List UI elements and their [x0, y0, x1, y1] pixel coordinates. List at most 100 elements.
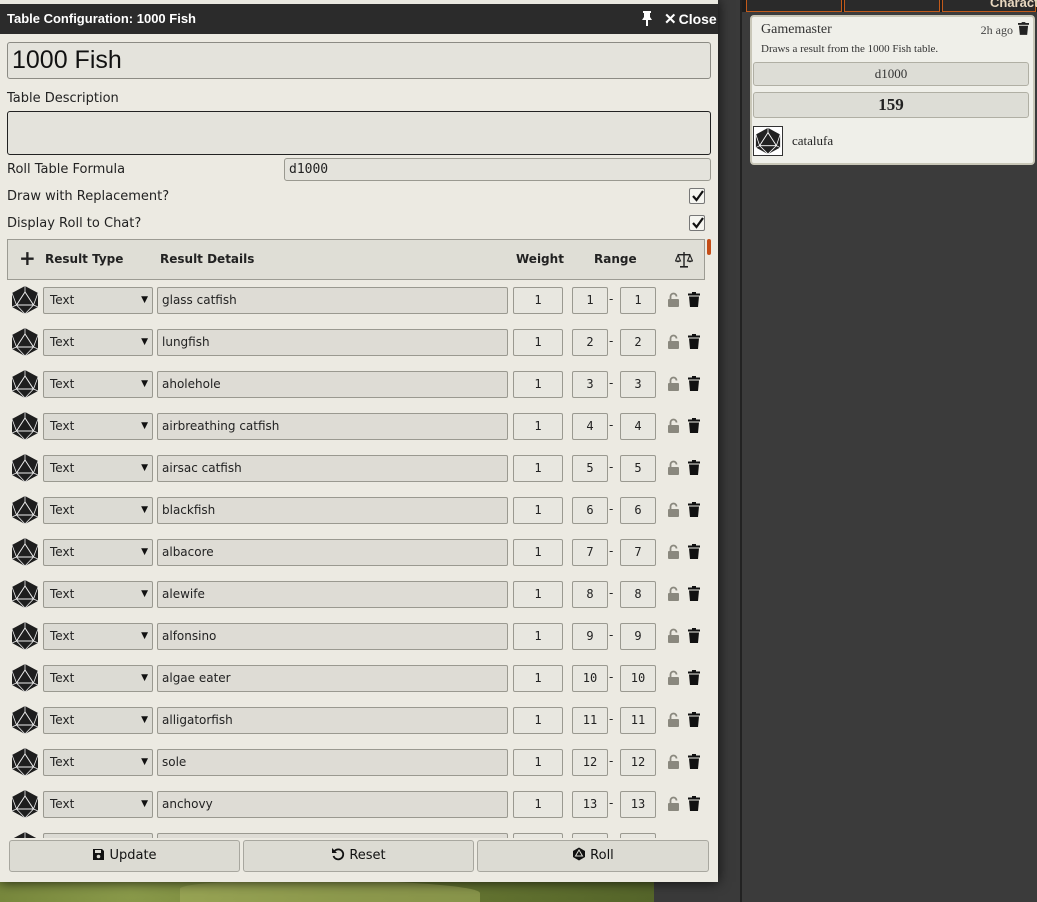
trash-icon[interactable]	[1018, 22, 1029, 35]
result-type-select[interactable]: Text ▼	[43, 749, 153, 776]
d20-icon[interactable]	[10, 453, 40, 483]
d20-icon[interactable]	[10, 789, 40, 819]
range-to-input[interactable]: 10	[620, 665, 656, 692]
result-detail-input[interactable]: glass catfish	[157, 287, 508, 314]
unlock-icon[interactable]	[667, 586, 680, 601]
trash-icon[interactable]	[688, 670, 700, 685]
weight-input[interactable]: 1	[513, 791, 563, 818]
add-result-button[interactable]: +	[19, 248, 36, 268]
result-detail-input[interactable]: blackfish	[157, 497, 508, 524]
range-to-input[interactable]: 7	[620, 539, 656, 566]
result-detail-input[interactable]: alewife	[157, 581, 508, 608]
d20-icon[interactable]	[10, 327, 40, 357]
range-to-input[interactable]: 12	[620, 749, 656, 776]
range-to-input[interactable]: 1	[620, 287, 656, 314]
range-to-input[interactable]: 13	[620, 791, 656, 818]
result-detail-input[interactable]: airbreathing catfish	[157, 413, 508, 440]
scrollbar-thumb[interactable]	[707, 239, 711, 255]
formula-input[interactable]: d1000	[284, 158, 711, 181]
trash-icon[interactable]	[688, 502, 700, 517]
weight-input[interactable]: 1	[513, 581, 563, 608]
range-from-input[interactable]: 8	[572, 581, 608, 608]
weight-input[interactable]: 1	[513, 707, 563, 734]
result-detail-input[interactable]: anchovy	[157, 791, 508, 818]
result-detail-input[interactable]: aholehole	[157, 371, 508, 398]
d20-icon[interactable]	[10, 537, 40, 567]
update-button[interactable]: Update	[9, 840, 240, 872]
result-type-select[interactable]: Text ▼	[43, 665, 153, 692]
reset-button[interactable]: Reset	[243, 840, 474, 872]
result-type-select[interactable]: Text ▼	[43, 371, 153, 398]
d20-icon[interactable]	[10, 285, 40, 315]
trash-icon[interactable]	[688, 292, 700, 307]
sidebar-tab[interactable]	[746, 0, 842, 12]
range-to-input[interactable]: 11	[620, 707, 656, 734]
range-to-input[interactable]: 3	[620, 371, 656, 398]
d20-icon[interactable]	[10, 621, 40, 651]
unlock-icon[interactable]	[667, 712, 680, 727]
range-to-input[interactable]: 2	[620, 329, 656, 356]
trash-icon[interactable]	[688, 796, 700, 811]
result-detail-input[interactable]: alfonsino	[157, 623, 508, 650]
range-from-input[interactable]: 7	[572, 539, 608, 566]
result-type-select[interactable]: Text ▼	[43, 455, 153, 482]
d20-icon[interactable]	[10, 369, 40, 399]
range-from-input[interactable]: 12	[572, 749, 608, 776]
range-from-input[interactable]: 4	[572, 413, 608, 440]
result-detail-input[interactable]: lungfish	[157, 329, 508, 356]
thumbtack-icon[interactable]	[640, 10, 654, 26]
trash-icon[interactable]	[688, 376, 700, 391]
weight-input[interactable]: 1	[513, 413, 563, 440]
range-from-input[interactable]: 9	[572, 623, 608, 650]
trash-icon[interactable]	[688, 334, 700, 349]
description-editor[interactable]	[7, 111, 711, 155]
chat-roll-formula[interactable]: d1000	[753, 62, 1029, 86]
result-type-select[interactable]: Text ▼	[43, 413, 153, 440]
range-from-input[interactable]: 13	[572, 791, 608, 818]
result-detail-input[interactable]: sole	[157, 749, 508, 776]
unlock-icon[interactable]	[667, 292, 680, 307]
window-titlebar[interactable]: Table Configuration: 1000 Fish ✕ Close	[0, 4, 718, 34]
unlock-icon[interactable]	[667, 502, 680, 517]
unlock-icon[interactable]	[667, 376, 680, 391]
unlock-icon[interactable]	[667, 460, 680, 475]
result-type-select[interactable]: Text ▼	[43, 287, 153, 314]
d20-icon[interactable]	[10, 411, 40, 441]
weight-input[interactable]: 1	[513, 371, 563, 398]
table-name-input[interactable]: 1000 Fish	[7, 42, 711, 79]
result-type-select[interactable]: Text ▼	[43, 539, 153, 566]
range-to-input[interactable]: 4	[620, 413, 656, 440]
trash-icon[interactable]	[688, 418, 700, 433]
display-roll-checkbox[interactable]	[689, 215, 705, 231]
trash-icon[interactable]	[688, 754, 700, 769]
range-to-input[interactable]: 9	[620, 623, 656, 650]
d20-icon[interactable]	[10, 705, 40, 735]
weight-input[interactable]: 1	[513, 497, 563, 524]
trash-icon[interactable]	[688, 544, 700, 559]
trash-icon[interactable]	[688, 628, 700, 643]
result-detail-input[interactable]: algae eater	[157, 665, 508, 692]
result-detail-input[interactable]: alligatorfish	[157, 707, 508, 734]
range-from-input[interactable]: 11	[572, 707, 608, 734]
weight-input[interactable]: 1	[513, 329, 563, 356]
range-to-input[interactable]: 8	[620, 581, 656, 608]
trash-icon[interactable]	[688, 586, 700, 601]
result-detail-input[interactable]: albacore	[157, 539, 508, 566]
unlock-icon[interactable]	[667, 544, 680, 559]
range-from-input[interactable]: 6	[572, 497, 608, 524]
unlock-icon[interactable]	[667, 418, 680, 433]
weight-input[interactable]: 1	[513, 665, 563, 692]
close-button[interactable]: ✕ Close	[664, 10, 717, 28]
unlock-icon[interactable]	[667, 670, 680, 685]
trash-icon[interactable]	[688, 460, 700, 475]
balance-scale-icon[interactable]	[675, 251, 693, 269]
weight-input[interactable]: 1	[513, 455, 563, 482]
result-type-select[interactable]: Text ▼	[43, 707, 153, 734]
d20-icon[interactable]	[10, 495, 40, 525]
result-type-select[interactable]: Text ▼	[43, 791, 153, 818]
range-to-input[interactable]: 6	[620, 497, 656, 524]
unlock-icon[interactable]	[667, 334, 680, 349]
range-from-input[interactable]: 10	[572, 665, 608, 692]
result-type-select[interactable]: Text ▼	[43, 623, 153, 650]
result-type-select[interactable]: Text ▼	[43, 581, 153, 608]
